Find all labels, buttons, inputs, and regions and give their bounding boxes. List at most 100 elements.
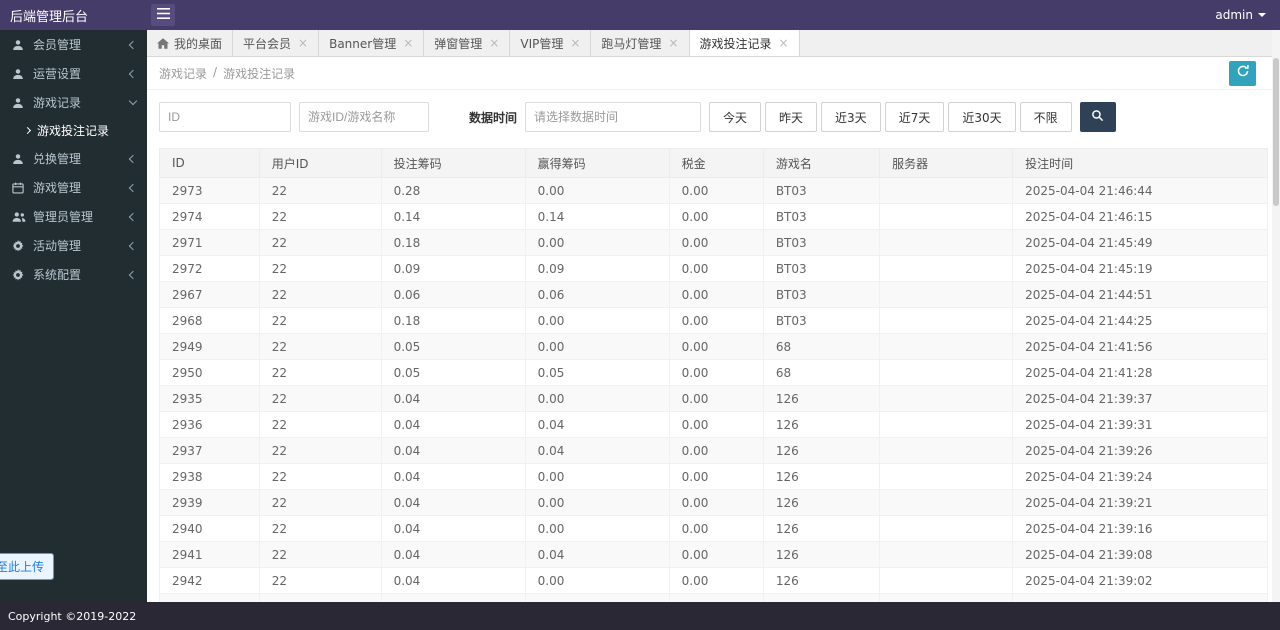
table-cell: 2025-04-04 21:41:28 — [1012, 359, 1268, 386]
table-cell: BT03 — [762, 593, 881, 602]
table-cell: 0.00 — [668, 307, 764, 334]
sidebar-subitem-game-bet-records[interactable]: 游戏投注记录 — [0, 117, 147, 144]
tab-close-icon[interactable]: × — [403, 36, 413, 50]
tab-close-icon[interactable]: × — [779, 36, 789, 50]
chevron-left-icon — [128, 40, 138, 49]
table-cell: BT03 — [762, 229, 881, 256]
table-cell — [879, 229, 1014, 256]
tab-label: Banner管理 — [329, 36, 397, 51]
range-button-last-30-days[interactable]: 近30天 — [948, 102, 1016, 132]
breadcrumb: 游戏记录 / 游戏投注记录 — [159, 65, 295, 82]
id-input[interactable] — [159, 102, 291, 132]
table-cell: 0.00 — [524, 177, 670, 204]
table-cell: 2972 — [159, 255, 260, 282]
sidebar-item-game-records[interactable]: 游戏记录 — [0, 88, 147, 117]
footer: Copyright ©2019-2022 — [0, 602, 1280, 630]
table-row: 2973 22 0.28 0.00 0.00 BT03 2025-04-04 21:46:4… — [159, 177, 1268, 204]
home-icon — [157, 37, 169, 49]
table-row: 2942 22 0.04 0.00 0.00 126 2025-04-04 21:39:02 — [159, 567, 1268, 594]
tab-banner-management[interactable]: Banner管理 × — [319, 30, 425, 56]
table-cell: 0.00 — [668, 541, 764, 568]
tab-platform-members[interactable]: 平台会员 × — [233, 30, 320, 56]
table-cell — [879, 541, 1014, 568]
sidebar-item-admin-management[interactable]: 管理员管理 — [0, 202, 147, 231]
table-cell: BT03 — [762, 203, 881, 230]
tab-close-icon[interactable]: × — [570, 36, 580, 50]
table-cell — [879, 515, 1014, 542]
range-button-no-limit[interactable]: 不限 — [1019, 102, 1072, 132]
table-cell: 0.09 — [380, 255, 526, 282]
table-cell: 2973 — [159, 177, 260, 204]
tab-popup-management[interactable]: 弹窗管理 × — [424, 30, 511, 56]
range-button-last-7-days[interactable]: 近7天 — [884, 102, 945, 132]
table-cell: 22 — [258, 463, 382, 490]
user-menu[interactable]: admin — [1215, 8, 1280, 22]
table-cell: 126 — [762, 385, 881, 412]
tab-close-icon[interactable]: × — [489, 36, 499, 50]
content: 数据时间 今天昨天近3天近7天近30天不限 ID用户ID投注筹码赢得筹码税金游戏… — [147, 90, 1280, 602]
sidebar-item-exchange-management[interactable]: 兑换管理 — [0, 144, 147, 173]
scrollbar-thumb[interactable] — [1273, 58, 1279, 206]
sidebar-item-operation-settings[interactable]: 运营设置 — [0, 59, 147, 88]
table-cell: 0.00 — [524, 229, 670, 256]
tab-close-icon[interactable]: × — [298, 36, 308, 50]
game-input[interactable] — [299, 102, 429, 132]
table-cell — [879, 437, 1014, 464]
table-cell: 2950 — [159, 359, 260, 386]
table-cell: 22 — [258, 489, 382, 516]
table-cell: 0.04 — [380, 489, 526, 516]
user-icon — [12, 39, 26, 51]
sidebar-toggle-button[interactable] — [151, 4, 175, 26]
table-cell — [879, 567, 1014, 594]
sidebar-item-activity-management[interactable]: 活动管理 — [0, 231, 147, 260]
scrollbar[interactable] — [1272, 30, 1280, 602]
range-button-yesterday[interactable]: 昨天 — [765, 102, 818, 132]
upload-hint-button[interactable]: 拖至此上传 — [0, 553, 55, 580]
refresh-button[interactable] — [1229, 60, 1256, 86]
column-header: 税金 — [668, 148, 764, 178]
tab-my-desktop[interactable]: 我的桌面 — [147, 30, 234, 56]
sidebar-item-system-config[interactable]: 系统配置 — [0, 260, 147, 289]
chevron-left-icon — [128, 212, 138, 221]
sidebar-item-member-management[interactable]: 会员管理 — [0, 30, 147, 59]
table-cell: 2025-04-04 21:39:26 — [1012, 437, 1268, 464]
range-button-last-3-days[interactable]: 近3天 — [821, 102, 881, 132]
table-cell: 126 — [762, 463, 881, 490]
search-button[interactable] — [1079, 102, 1116, 132]
time-filter-label: 数据时间 — [469, 110, 518, 125]
table-cell: 126 — [762, 567, 881, 594]
sidebar-item-game-management[interactable]: 游戏管理 — [0, 173, 147, 202]
table-cell: 0.04 — [380, 515, 526, 542]
tab-vip-management[interactable]: VIP管理 × — [510, 30, 592, 56]
table-cell: 2949 — [159, 333, 260, 360]
main-panel: 我的桌面 平台会员 × Banner管理 × 弹窗管理 × VIP管理 × 跑马灯管理 × 游戏投注记… — [147, 30, 1280, 602]
records-table: ID 用户ID 投注筹码 赢得筹码 税金 游戏名 服务器 投注时间 2973 22 0.28 0.0… — [159, 148, 1268, 602]
table-cell: 0.05 — [380, 359, 526, 386]
table-cell: 68 — [762, 359, 881, 386]
table-cell: 0.00 — [524, 307, 670, 334]
table-cell — [879, 177, 1014, 204]
table-cell: 22 — [258, 593, 382, 602]
column-header: 投注筹码 — [380, 148, 526, 178]
app-title: 后端管理后台 — [10, 9, 89, 25]
table-cell: 2971 — [159, 229, 260, 256]
sidebar-item-label: 活动管理 — [33, 239, 82, 253]
table-header-row: ID 用户ID 投注筹码 赢得筹码 税金 游戏名 服务器 投注时间 — [159, 148, 1268, 178]
tab-marquee-management[interactable]: 跑马灯管理 × — [591, 30, 690, 56]
chevron-left-icon — [128, 241, 138, 250]
sidebar: 会员管理 运营设置 游戏记录 游戏投注记录兑换管理游戏管理 管理员管理活动管理系统配置 — [0, 30, 147, 602]
tab-close-icon[interactable]: × — [668, 36, 678, 50]
sidebar-item-label: 兑换管理 — [33, 152, 82, 166]
table-cell: 0.00 — [524, 385, 670, 412]
chevron-left-icon — [128, 154, 138, 163]
table-cell: 0.04 — [380, 437, 526, 464]
time-input[interactable] — [525, 102, 702, 132]
table-cell: 2936 — [159, 411, 260, 438]
range-button-today[interactable]: 今天 — [709, 102, 762, 132]
breadcrumb-current: 游戏投注记录 — [223, 66, 296, 81]
tab-game-bet-records[interactable]: 游戏投注记录 × — [689, 30, 800, 56]
table-cell: 0.00 — [524, 489, 670, 516]
table-cell: 2940 — [159, 515, 260, 542]
table-cell: 0.00 — [668, 203, 764, 230]
table-cell — [879, 307, 1014, 334]
